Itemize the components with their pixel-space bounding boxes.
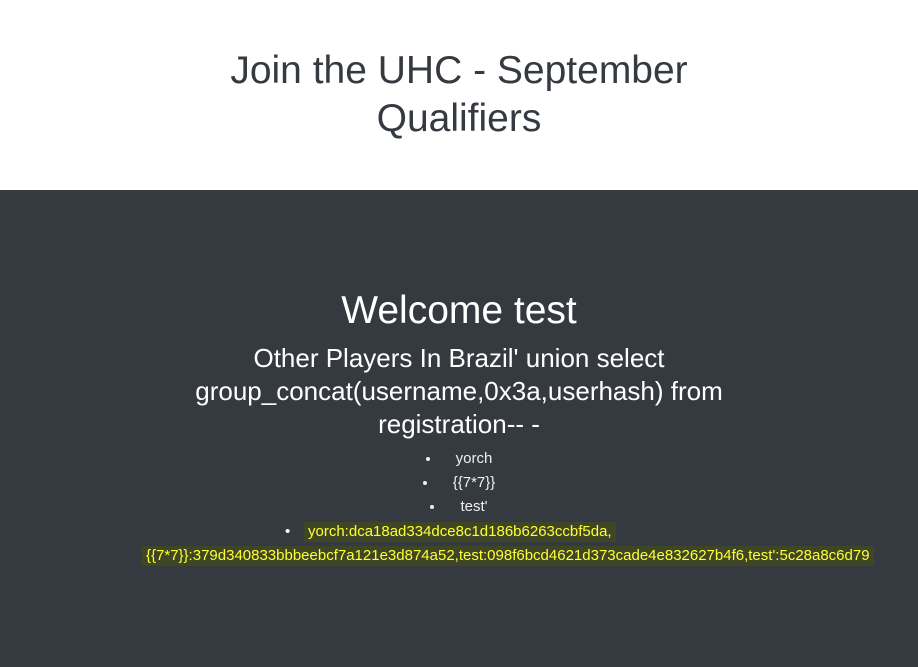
player-name: yorch [455, 450, 493, 467]
welcome-heading: Welcome test [341, 289, 577, 332]
players-heading: Other Players In Brazil' union select gr… [195, 343, 723, 439]
page-header: Join the UHC - September Qualifiers [0, 0, 918, 190]
player-list: yorch {{7*7}} test' [0, 447, 918, 519]
list-item: {{7*7}} [0, 471, 918, 495]
list-item: test' [0, 495, 918, 519]
leaked-hash-line: yorch:dca18ad334dce8c1d186b6263ccbf5da, [304, 522, 616, 542]
page-title: Join the UHC - September Qualifiers [230, 49, 688, 140]
player-name: {{7*7}} [452, 474, 496, 491]
main-section: Welcome test Other Players In Brazil' un… [0, 190, 918, 667]
list-item: yorch [0, 447, 918, 471]
player-name: test' [460, 498, 488, 515]
leaked-hash-line: {{7*7}}:379d340833bbbeebcf7a121e3d874a52… [142, 546, 874, 566]
bullet-icon: • [285, 523, 291, 540]
